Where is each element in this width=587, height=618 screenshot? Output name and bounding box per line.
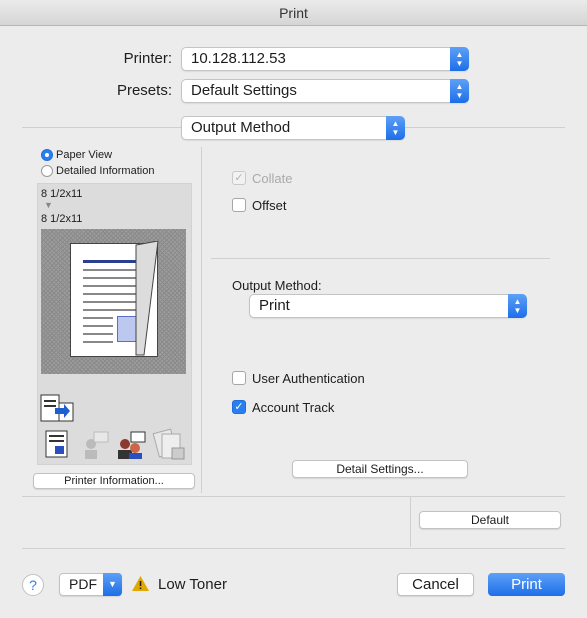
vertical-divider [410,497,411,547]
output-method-select[interactable]: Print ▲ ▼ [249,294,527,318]
cancel-button[interactable]: Cancel [397,573,474,596]
paper-view-radio[interactable] [41,149,53,161]
offset-label: Offset [252,198,287,213]
arrow-down-icon: ▼ [44,200,53,210]
warning-icon [132,576,149,591]
secure-print-icon [152,428,185,460]
user-authentication-label: User Authentication [252,371,365,386]
account-track-label: Account Track [252,400,335,415]
output-method-value: Print [259,297,290,314]
section-value: Output Method [191,119,291,136]
paper-size-output: 8 1/2x11 [41,213,83,225]
collate-checkbox[interactable]: ✓ [232,171,246,185]
printer-select[interactable]: 10.128.112.53 ▲ ▼ [181,47,469,71]
vertical-divider [201,147,202,493]
divider [22,496,565,497]
detailed-info-label: Detailed Information [56,165,155,177]
detail-settings-button[interactable]: Detail Settings... [292,460,468,478]
presets-value: Default Settings [191,82,297,99]
pdf-menu-button[interactable]: PDF ▼ [59,573,122,596]
pdf-label: PDF [69,576,97,592]
printer-label: Printer: [123,50,172,67]
default-button[interactable]: Default [419,511,561,529]
presets-select[interactable]: Default Settings ▲ ▼ [181,79,469,103]
chevron-updown-icon: ▲ ▼ [508,294,527,318]
output-method-label: Output Method: [232,278,322,293]
divider [211,258,550,259]
chevron-updown-icon: ▲ ▼ [450,47,469,71]
divider [22,548,565,549]
finisher-icon [40,394,74,422]
window-title: Print [0,0,587,26]
printer-value: 10.128.112.53 [191,50,286,67]
print-button[interactable]: Print [488,573,565,596]
presets-label: Presets: [116,82,172,99]
detailed-info-radio[interactable] [41,165,53,177]
offset-checkbox[interactable] [232,198,246,212]
account-track-icon [118,431,146,459]
user-authentication-checkbox[interactable] [232,371,246,385]
paper-size-input: 8 1/2x11 [41,188,83,200]
chevron-updown-icon: ▲ ▼ [450,79,469,103]
document-icon [45,430,68,458]
warning-text: Low Toner [158,576,227,593]
paper-view-label: Paper View [56,149,113,161]
chevron-updown-icon: ▲ ▼ [386,116,405,140]
help-button[interactable]: ? [22,574,44,596]
printer-information-button[interactable]: Printer Information... [33,473,195,489]
section-select[interactable]: Output Method ▲ ▼ [181,116,405,140]
chevron-down-icon: ▼ [103,573,122,596]
account-track-checkbox[interactable]: ✓ [232,400,246,414]
page-curl-icon [135,241,159,356]
user-message-icon [85,431,109,459]
collate-label: Collate [252,171,293,186]
